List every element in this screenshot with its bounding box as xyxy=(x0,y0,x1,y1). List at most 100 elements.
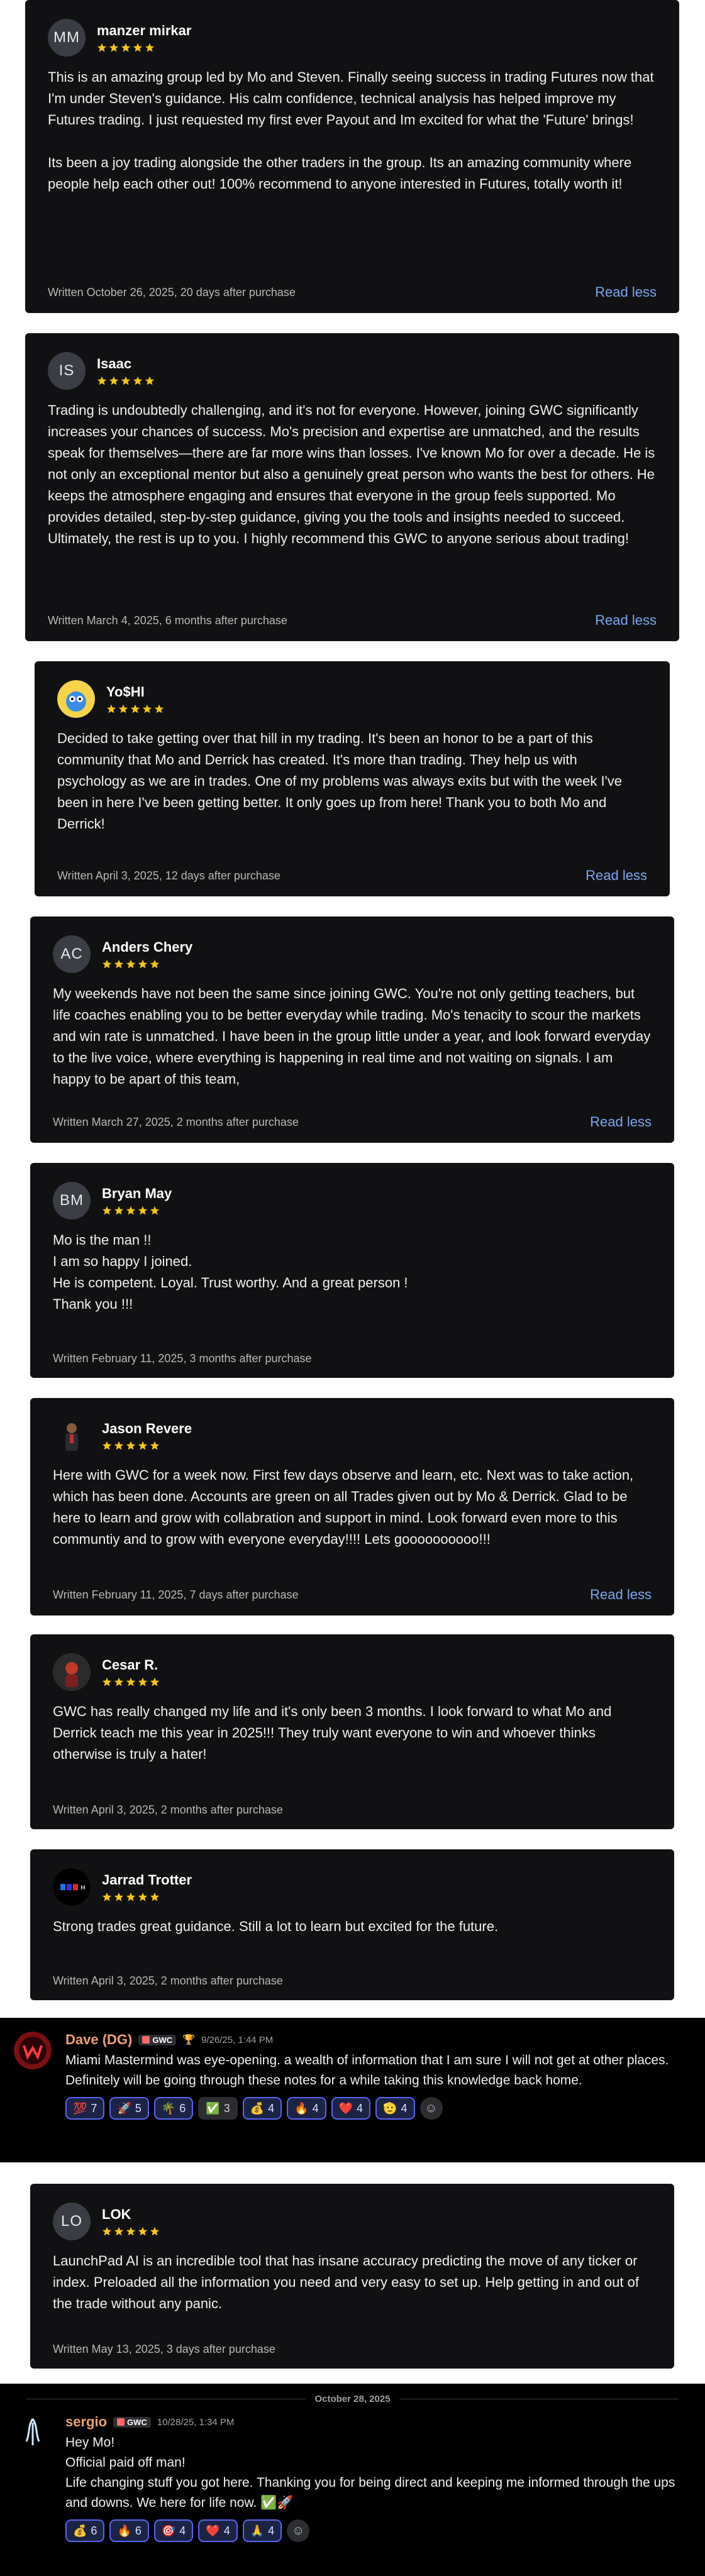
read-less-link[interactable]: Read less xyxy=(590,1587,652,1603)
star-icon xyxy=(150,1441,160,1451)
reaction-count: 6 xyxy=(179,2101,186,2115)
read-less-link[interactable]: Read less xyxy=(595,284,657,300)
star-icon xyxy=(114,1206,124,1216)
read-less-link[interactable]: Read less xyxy=(590,1114,652,1130)
star-icon xyxy=(114,1441,124,1451)
star-icon xyxy=(126,1206,136,1216)
reaction-emoji-icon: 💯 xyxy=(73,2102,87,2115)
add-reaction-icon[interactable]: ☺ xyxy=(287,2519,310,2542)
reaction-button[interactable]: 🙏 4 xyxy=(242,2519,282,2542)
discord-message-dave: Dave (DG) GWC 🏆 9/26/25, 1:44 PM Miami M… xyxy=(0,2018,705,2162)
star-icon xyxy=(154,704,164,714)
reaction-count: 4 xyxy=(268,2524,275,2537)
written-date: Written April 3, 2025, 12 days after pur… xyxy=(57,869,280,882)
reaction-button[interactable]: 🫡 4 xyxy=(375,2097,415,2120)
star-icon xyxy=(126,1441,136,1451)
message-text: Miami Mastermind was eye-opening. a weal… xyxy=(65,2053,669,2088)
reaction-count: 4 xyxy=(179,2524,186,2537)
reviewer-name: Cesar R. xyxy=(102,1657,158,1673)
avatar: M xyxy=(53,1868,91,1906)
reaction-button[interactable]: ❤️ 4 xyxy=(198,2519,238,2542)
reaction-button[interactable]: 🔥 6 xyxy=(109,2519,149,2542)
reviewer-name: LOK xyxy=(102,2206,131,2222)
reaction-count: 4 xyxy=(223,2524,230,2537)
add-reaction-icon[interactable]: ☺ xyxy=(419,2097,443,2120)
reviewer-name: manzer mirkar xyxy=(97,23,192,38)
reaction-emoji-icon: 🌴 xyxy=(161,2102,176,2115)
star-icon xyxy=(138,1206,148,1216)
written-date: Written April 3, 2025, 2 months after pu… xyxy=(53,1803,283,1816)
sergio-username[interactable]: sergio xyxy=(65,2414,107,2430)
star-icon xyxy=(114,959,124,969)
gwc-tag: GWC xyxy=(113,2416,151,2428)
star-icon xyxy=(138,1892,148,1902)
read-less-link[interactable]: Read less xyxy=(586,867,647,884)
avatar: MM xyxy=(48,19,86,57)
written-date: Written October 26, 2025, 20 days after … xyxy=(48,285,296,299)
reviewer-name: Anders Chery xyxy=(102,939,193,955)
reviewer-name: Yo$HI xyxy=(106,684,145,700)
reaction-button[interactable]: 🎯 4 xyxy=(153,2519,194,2542)
star-rating xyxy=(102,1206,172,1216)
message-timestamp: 10/28/25, 1:34 PM xyxy=(157,2416,235,2428)
reaction-emoji-icon: ✅ xyxy=(206,2102,220,2115)
gwc-tag: GWC xyxy=(138,2034,177,2045)
review-text: Mo is the man !! I am so happy I joined.… xyxy=(53,1232,408,1312)
reaction-count: 4 xyxy=(357,2101,364,2115)
written-date: Written March 4, 2025, 6 months after pu… xyxy=(48,614,287,627)
star-icon xyxy=(121,43,131,53)
star-icon xyxy=(102,959,112,969)
reaction-emoji-icon: 🙏 xyxy=(250,2524,265,2537)
tag-gem-icon xyxy=(142,2036,150,2044)
written-date: Written February 11, 2025, 3 months afte… xyxy=(53,1352,312,1365)
reaction-button[interactable]: 🚀 5 xyxy=(109,2097,149,2120)
review-card: Cesar R. GWC has really changed my life … xyxy=(30,1634,674,1829)
review-card: M Jarrad Trotter Strong trades great gui… xyxy=(30,1849,674,2000)
star-icon xyxy=(145,43,155,53)
star-icon xyxy=(114,1892,124,1902)
dave-avatar-icon[interactable] xyxy=(14,2032,52,2069)
star-icon xyxy=(150,1677,160,1687)
reactions-bar: 💰 6 🔥 6 🎯 4 ❤️ 4 🙏 4 ☺ xyxy=(65,2519,691,2542)
reaction-count: 4 xyxy=(268,2101,275,2115)
star-icon xyxy=(106,704,116,714)
dave-username[interactable]: Dave (DG) xyxy=(65,2032,132,2048)
star-rating xyxy=(102,2226,160,2237)
message-timestamp: 9/26/25, 1:44 PM xyxy=(201,2034,274,2045)
avatar xyxy=(57,680,95,718)
sergio-avatar-icon[interactable] xyxy=(14,2414,52,2452)
reaction-emoji-icon: 💰 xyxy=(73,2524,87,2537)
reviewer-name: Jarrad Trotter xyxy=(102,1872,192,1888)
reaction-button[interactable]: 🌴 6 xyxy=(153,2097,194,2120)
reaction-button[interactable]: ❤️ 4 xyxy=(331,2097,371,2120)
star-icon xyxy=(109,376,119,386)
star-rating xyxy=(102,1892,192,1902)
reaction-count: 6 xyxy=(135,2524,142,2537)
reaction-emoji-icon: 🔥 xyxy=(117,2524,131,2537)
star-icon xyxy=(145,376,155,386)
reaction-count: 7 xyxy=(91,2101,97,2115)
written-date: Written April 3, 2025, 2 months after pu… xyxy=(53,1974,283,1987)
review-text: My weekends have not been the same since… xyxy=(53,986,651,1087)
star-icon xyxy=(97,376,107,386)
star-icon xyxy=(150,959,160,969)
discord-message-sergio: October 28, 2025 sergio GWC 10/28/25, 1:… xyxy=(0,2384,705,2576)
avatar xyxy=(53,1653,91,1691)
reaction-emoji-icon: 🎯 xyxy=(161,2524,176,2537)
review-text: Strong trades great guidance. Still a lo… xyxy=(53,1918,499,1934)
reaction-button[interactable]: 🔥 4 xyxy=(287,2097,326,2120)
star-icon xyxy=(150,1892,160,1902)
tag-gem-icon xyxy=(117,2418,125,2426)
star-rating xyxy=(97,376,155,386)
star-icon xyxy=(102,1441,112,1451)
written-date: Written February 11, 2025, 7 days after … xyxy=(53,1588,299,1601)
reaction-button[interactable]: 💰 4 xyxy=(242,2097,282,2120)
star-icon xyxy=(150,2226,160,2237)
reaction-button[interactable]: 💯 7 xyxy=(65,2097,105,2120)
reaction-button[interactable]: 💰 6 xyxy=(65,2519,105,2542)
star-icon xyxy=(109,43,119,53)
star-rating xyxy=(106,704,164,714)
reaction-button[interactable]: ✅ 3 xyxy=(198,2097,238,2120)
read-less-link[interactable]: Read less xyxy=(595,612,657,629)
message-line: Official paid off man! xyxy=(65,2455,186,2470)
